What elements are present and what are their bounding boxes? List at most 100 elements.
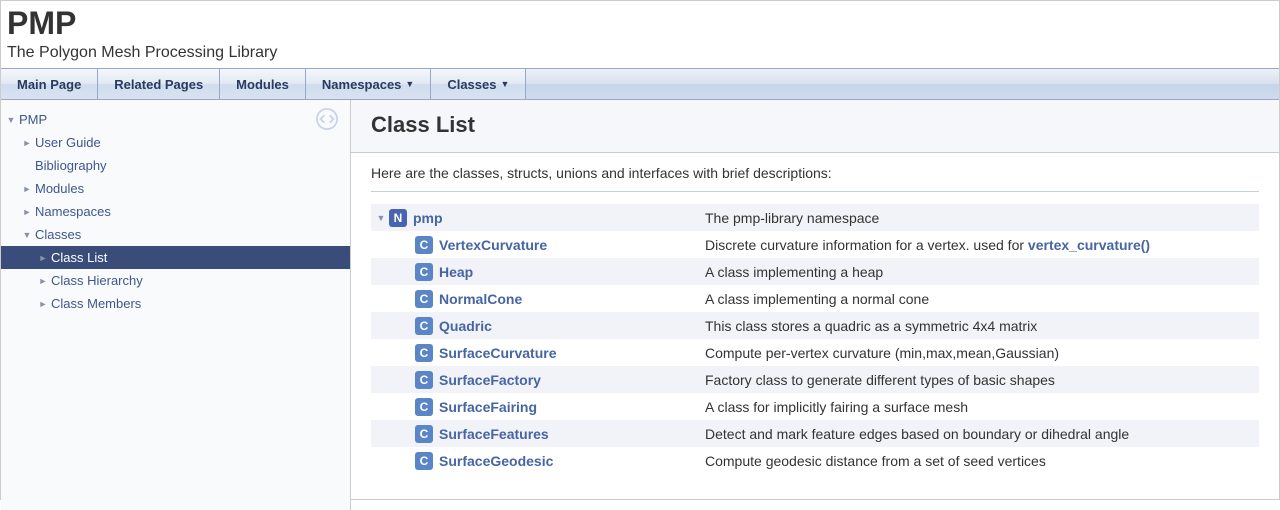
row-left: ►CSurfaceGeodesic [375, 452, 705, 470]
sidebar-item-classes[interactable]: ▼Classes [1, 223, 350, 246]
tab-label: Main Page [17, 77, 81, 92]
table-row: ►CSurfaceFeaturesDetect and mark feature… [371, 420, 1259, 447]
sidebar-item-label: Class Hierarchy [51, 273, 143, 288]
row-left: ►CQuadric [375, 317, 705, 335]
sidebar-item-namespaces[interactable]: ►Namespaces [1, 200, 350, 223]
row-left: ►CHeap [375, 263, 705, 281]
sidebar-item-bibliography[interactable]: ►Bibliography [1, 154, 350, 177]
table-row: ►CSurfaceFactoryFactory class to generat… [371, 366, 1259, 393]
class-link[interactable]: SurfaceCurvature [439, 345, 557, 361]
sidebar-item-pmp[interactable]: ▼PMP [1, 108, 350, 131]
class-list-table: ▼NpmpThe pmp-library namespace►CVertexCu… [371, 204, 1259, 474]
tab-label: Modules [236, 77, 289, 92]
sidebar-item-label: Class Members [51, 296, 141, 311]
class-description: The pmp-library namespace [705, 210, 1255, 226]
sidebar-item-user-guide[interactable]: ►User Guide [1, 131, 350, 154]
chevron-right-icon: ► [37, 253, 49, 263]
class-badge-icon: C [415, 398, 433, 416]
sidebar-item-class-list[interactable]: ►Class List [1, 246, 350, 269]
chevron-down-icon: ▼ [405, 79, 414, 89]
table-row: ►CHeapA class implementing a heap [371, 258, 1259, 285]
class-badge-icon: C [415, 290, 433, 308]
table-row: ►CSurfaceCurvatureCompute per-vertex cur… [371, 339, 1259, 366]
chevron-right-icon: ► [37, 299, 49, 309]
sidebar-item-class-hierarchy[interactable]: ►Class Hierarchy [1, 269, 350, 292]
tab-label: Related Pages [114, 77, 203, 92]
row-left: ►CVertexCurvature [375, 236, 705, 254]
sidebar-item-label: Classes [35, 227, 81, 242]
sidebar-item-label: Modules [35, 181, 84, 196]
row-left: ►CSurfaceFairing [375, 398, 705, 416]
row-left: ►CSurfaceFeatures [375, 425, 705, 443]
reference-link[interactable]: vertex_curvature() [1028, 237, 1150, 253]
class-badge-icon: C [415, 344, 433, 362]
table-row: ►CSurfaceGeodesicCompute geodesic distan… [371, 447, 1259, 474]
class-badge-icon: C [415, 263, 433, 281]
tab-classes[interactable]: Classes ▼ [431, 69, 526, 99]
class-link[interactable]: NormalCone [439, 291, 522, 307]
main-content: Class List Here are the classes, structs… [351, 100, 1279, 510]
namespace-badge-icon: N [389, 209, 407, 227]
title-area: PMP The Polygon Mesh Processing Library [1, 1, 1279, 68]
sidebar: ▼PMP►User Guide►Bibliography►Modules►Nam… [1, 100, 351, 510]
main-layout: ▼PMP►User Guide►Bibliography►Modules►Nam… [1, 100, 1279, 510]
class-link[interactable]: SurfaceFeatures [439, 426, 549, 442]
class-link[interactable]: VertexCurvature [439, 237, 547, 253]
sidebar-item-label: PMP [19, 112, 47, 127]
class-description: This class stores a quadric as a symmetr… [705, 318, 1255, 334]
row-left: ►CNormalCone [375, 290, 705, 308]
chevron-down-icon[interactable]: ▼ [375, 213, 387, 223]
table-row: ▼NpmpThe pmp-library namespace [371, 204, 1259, 231]
class-description: Compute geodesic distance from a set of … [705, 453, 1255, 469]
chevron-down-icon: ▼ [500, 79, 509, 89]
table-row: ►CQuadricThis class stores a quadric as … [371, 312, 1259, 339]
tab-namespaces[interactable]: Namespaces▼ [306, 69, 431, 99]
class-description: Discrete curvature information for a ver… [705, 237, 1255, 253]
tree-nav: ▼PMP►User Guide►Bibliography►Modules►Nam… [1, 108, 350, 315]
row-left: ►CSurfaceFactory [375, 371, 705, 389]
sidebar-item-modules[interactable]: ►Modules [1, 177, 350, 200]
project-name: PMP [7, 5, 1273, 42]
class-badge-icon: C [415, 452, 433, 470]
chevron-right-icon: ► [21, 207, 33, 217]
class-description: A class implementing a normal cone [705, 291, 1255, 307]
sidebar-item-label: Class List [51, 250, 107, 265]
tab-main-page[interactable]: Main Page [1, 69, 98, 99]
class-description: Compute per-vertex curvature (min,max,me… [705, 345, 1255, 361]
tab-label: Classes [447, 77, 496, 92]
row-left: ►CSurfaceCurvature [375, 344, 705, 362]
table-row: ►CNormalConeA class implementing a norma… [371, 285, 1259, 312]
table-row: ►CVertexCurvatureDiscrete curvature info… [371, 231, 1259, 258]
sync-icon[interactable] [316, 108, 338, 130]
chevron-right-icon: ► [21, 184, 33, 194]
chevron-down-icon: ▼ [5, 115, 17, 125]
tab-related-pages[interactable]: Related Pages [98, 69, 220, 99]
class-badge-icon: C [415, 425, 433, 443]
tab-modules[interactable]: Modules [220, 69, 306, 99]
sidebar-item-label: User Guide [35, 135, 101, 150]
row-left: ▼Npmp [375, 209, 705, 227]
table-row: ►CSurfaceFairingA class for implicitly f… [371, 393, 1259, 420]
project-brief: The Polygon Mesh Processing Library [7, 44, 1273, 62]
tabs-row: Main PageRelated PagesModulesNamespaces▼… [1, 68, 1279, 100]
class-badge-icon: C [415, 371, 433, 389]
class-link[interactable]: SurfaceFactory [439, 372, 541, 388]
tab-label: Namespaces [322, 77, 402, 92]
page-title: Class List [371, 112, 1259, 138]
chevron-right-icon: ► [21, 138, 33, 148]
class-link[interactable]: SurfaceFairing [439, 399, 537, 415]
class-badge-icon: C [415, 317, 433, 335]
intro-text: Here are the classes, structs, unions an… [371, 165, 1259, 192]
class-description: Detect and mark feature edges based on b… [705, 426, 1255, 442]
class-link[interactable]: Quadric [439, 318, 492, 334]
sidebar-item-class-members[interactable]: ►Class Members [1, 292, 350, 315]
class-link[interactable]: Heap [439, 264, 473, 280]
chevron-right-icon: ► [37, 276, 49, 286]
class-link[interactable]: SurfaceGeodesic [439, 453, 553, 469]
class-description: Factory class to generate different type… [705, 372, 1255, 388]
chevron-down-icon: ▼ [21, 230, 33, 240]
sidebar-item-label: Bibliography [35, 158, 107, 173]
class-link[interactable]: pmp [413, 210, 443, 226]
class-description: A class implementing a heap [705, 264, 1255, 280]
sidebar-item-label: Namespaces [35, 204, 111, 219]
